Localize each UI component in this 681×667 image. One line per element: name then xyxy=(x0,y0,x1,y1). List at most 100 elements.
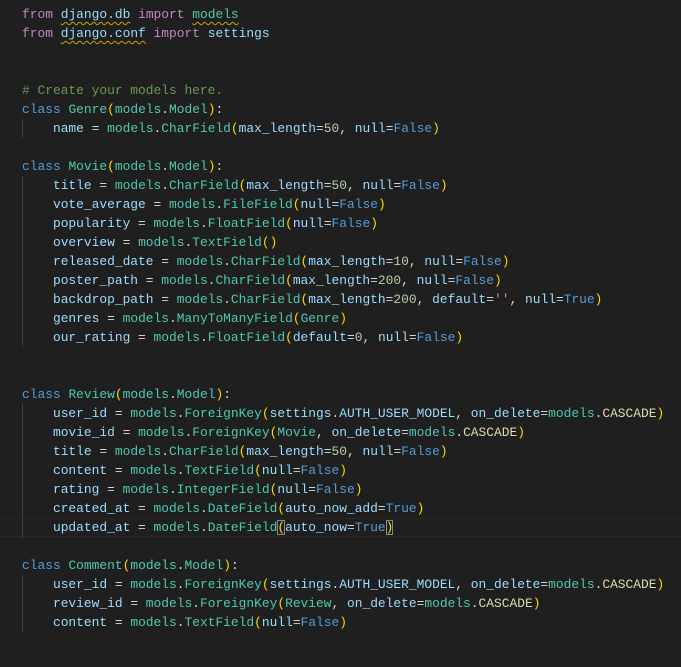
code-token: models xyxy=(130,406,177,421)
code-token: False xyxy=(455,273,495,288)
code-line[interactable]: created_at = models.DateField(auto_now_a… xyxy=(0,499,681,518)
code-token: True xyxy=(354,520,386,535)
code-token: = xyxy=(153,254,177,269)
indent-guide xyxy=(22,290,23,309)
blank-line[interactable] xyxy=(0,62,681,81)
code-token: ) xyxy=(494,273,502,288)
code-line[interactable]: class Movie(models.Model): xyxy=(0,157,681,176)
code-token: auto_now_add xyxy=(285,501,378,516)
code-line[interactable]: vote_average = models.FileField(null=Fal… xyxy=(0,195,681,214)
code-line[interactable]: content = models.TextField(null=False) xyxy=(0,613,681,632)
code-token: , xyxy=(362,330,378,345)
code-line[interactable]: rating = models.IntegerField(null=False) xyxy=(0,480,681,499)
code-line[interactable]: our_rating = models.FloatField(default=0… xyxy=(0,328,681,347)
code-line[interactable]: title = models.CharField(max_length=50, … xyxy=(0,176,681,195)
code-line[interactable]: from django.conf import settings xyxy=(0,24,681,43)
editor-top-edge xyxy=(0,0,681,3)
code-token: = xyxy=(99,311,123,326)
code-token: models xyxy=(153,216,200,231)
code-token: TextField xyxy=(192,235,262,250)
code-token: . xyxy=(199,330,208,345)
code-line[interactable]: class Comment(models.Model): xyxy=(0,556,681,575)
code-token: . xyxy=(470,596,479,611)
code-token: . xyxy=(169,482,177,497)
code-token: . xyxy=(161,159,170,174)
code-token: : xyxy=(215,102,224,117)
blank-line[interactable] xyxy=(0,537,681,556)
blank-line[interactable] xyxy=(0,366,681,385)
code-line[interactable]: # Create your models here. xyxy=(0,81,681,100)
code-editor[interactable]: from django.db import models from django.… xyxy=(0,5,681,632)
code-line[interactable]: review_id = models.ForeignKey(Review, on… xyxy=(0,594,681,613)
code-token: DateField xyxy=(207,520,278,535)
code-token: FloatField xyxy=(207,216,286,231)
code-line[interactable]: name = models.CharField(max_length=50, n… xyxy=(0,119,681,138)
code-token: AUTH_USER_MODEL xyxy=(339,577,456,592)
code-token: default xyxy=(292,330,347,345)
code-token: ) xyxy=(517,425,525,440)
code-line[interactable]: class Review(models.Model): xyxy=(0,385,681,404)
code-token: ( xyxy=(254,615,262,630)
code-token: 10 xyxy=(393,254,409,269)
code-token: models xyxy=(548,406,595,421)
code-line[interactable]: class Genre(models.Model): xyxy=(0,100,681,119)
code-line[interactable]: overview = models.TextField() xyxy=(0,233,681,252)
code-line[interactable]: title = models.CharField(max_length=50, … xyxy=(0,442,681,461)
code-line[interactable]: from django.db import models xyxy=(0,5,681,24)
code-token: . xyxy=(455,425,464,440)
code-token: ( xyxy=(261,577,270,592)
code-token: Movie xyxy=(277,425,317,440)
code-token: max_length xyxy=(308,254,386,269)
code-token: . xyxy=(169,387,177,402)
code-token: , xyxy=(455,406,471,421)
code-token: class xyxy=(22,387,61,402)
code-line[interactable]: content = models.TextField(null=False) xyxy=(0,461,681,480)
indent-guide xyxy=(22,271,23,290)
code-token: . xyxy=(161,178,170,193)
code-token: models xyxy=(130,615,177,630)
code-token: = xyxy=(91,444,115,459)
code-token: . xyxy=(223,254,231,269)
code-line[interactable]: genres = models.ManyToManyField(Genre) xyxy=(0,309,681,328)
code-token: True xyxy=(563,292,595,307)
code-token: CharField xyxy=(215,273,286,288)
code-token: title xyxy=(52,178,92,193)
indent-guide xyxy=(22,575,23,594)
code-token: = xyxy=(130,501,154,516)
code-line[interactable]: user_id = models.ForeignKey(settings.AUT… xyxy=(0,575,681,594)
blank-line[interactable] xyxy=(0,347,681,366)
blank-line[interactable] xyxy=(0,43,681,62)
code-token: ) xyxy=(354,482,363,497)
code-token: , xyxy=(347,178,363,193)
code-token: = xyxy=(130,216,154,231)
code-line[interactable]: updated_at = models.DateField(auto_now=T… xyxy=(0,518,681,538)
code-token: on_delete xyxy=(470,406,541,421)
code-token: ) xyxy=(339,463,348,478)
code-token: updated_at xyxy=(52,520,131,535)
code-line[interactable]: movie_id = models.ForeignKey(Movie, on_d… xyxy=(0,423,681,442)
blank-line[interactable] xyxy=(0,138,681,157)
code-line[interactable]: user_id = models.ForeignKey(settings.AUT… xyxy=(0,404,681,423)
code-token: . xyxy=(176,463,185,478)
indent-guide xyxy=(22,594,23,613)
code-line[interactable]: poster_path = models.CharField(max_lengt… xyxy=(0,271,681,290)
code-token: ManyToManyField xyxy=(176,311,293,326)
code-token: content xyxy=(52,615,108,630)
code-token: Model xyxy=(169,102,208,117)
code-line[interactable]: backdrop_path = models.CharField(max_len… xyxy=(0,290,681,309)
indent-guide xyxy=(22,499,23,518)
code-line[interactable]: popularity = models.FloatField(null=Fals… xyxy=(0,214,681,233)
code-token: null xyxy=(424,254,456,269)
indent-guide xyxy=(22,214,23,233)
code-token: models xyxy=(114,444,162,459)
code-line[interactable]: released_date = models.CharField(max_len… xyxy=(0,252,681,271)
code-token: TextField xyxy=(184,463,255,478)
code-token: popularity xyxy=(52,216,131,231)
code-token: ForeignKey xyxy=(192,425,270,440)
